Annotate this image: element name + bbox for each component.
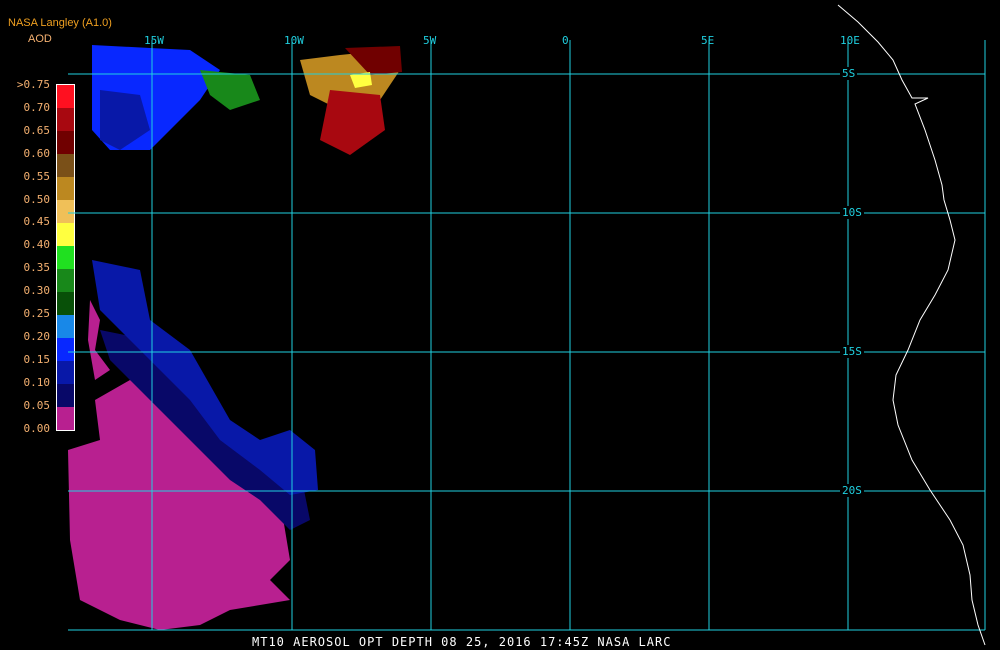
longitude-label: 10E: [840, 34, 860, 47]
latitude-label: 5S: [840, 67, 858, 80]
latitude-label: 20S: [840, 484, 864, 497]
longitude-label: 5W: [423, 34, 437, 47]
aerosol-data-layer: [68, 45, 402, 630]
longitude-label: 0: [562, 34, 569, 47]
map-caption: MT10 AEROSOL OPT DEPTH 08 25, 2016 17:45…: [252, 635, 672, 649]
coastline: [837, 4, 986, 646]
longitude-label: 5E: [701, 34, 715, 47]
longitude-label: 15W: [144, 34, 164, 47]
aod-region-red: [320, 90, 385, 155]
latitude-label: 10S: [840, 206, 864, 219]
map-canvas: [68, 4, 986, 646]
longitude-label: 10W: [284, 34, 304, 47]
aod-region-green: [200, 70, 260, 110]
latitude-label: 15S: [840, 345, 864, 358]
